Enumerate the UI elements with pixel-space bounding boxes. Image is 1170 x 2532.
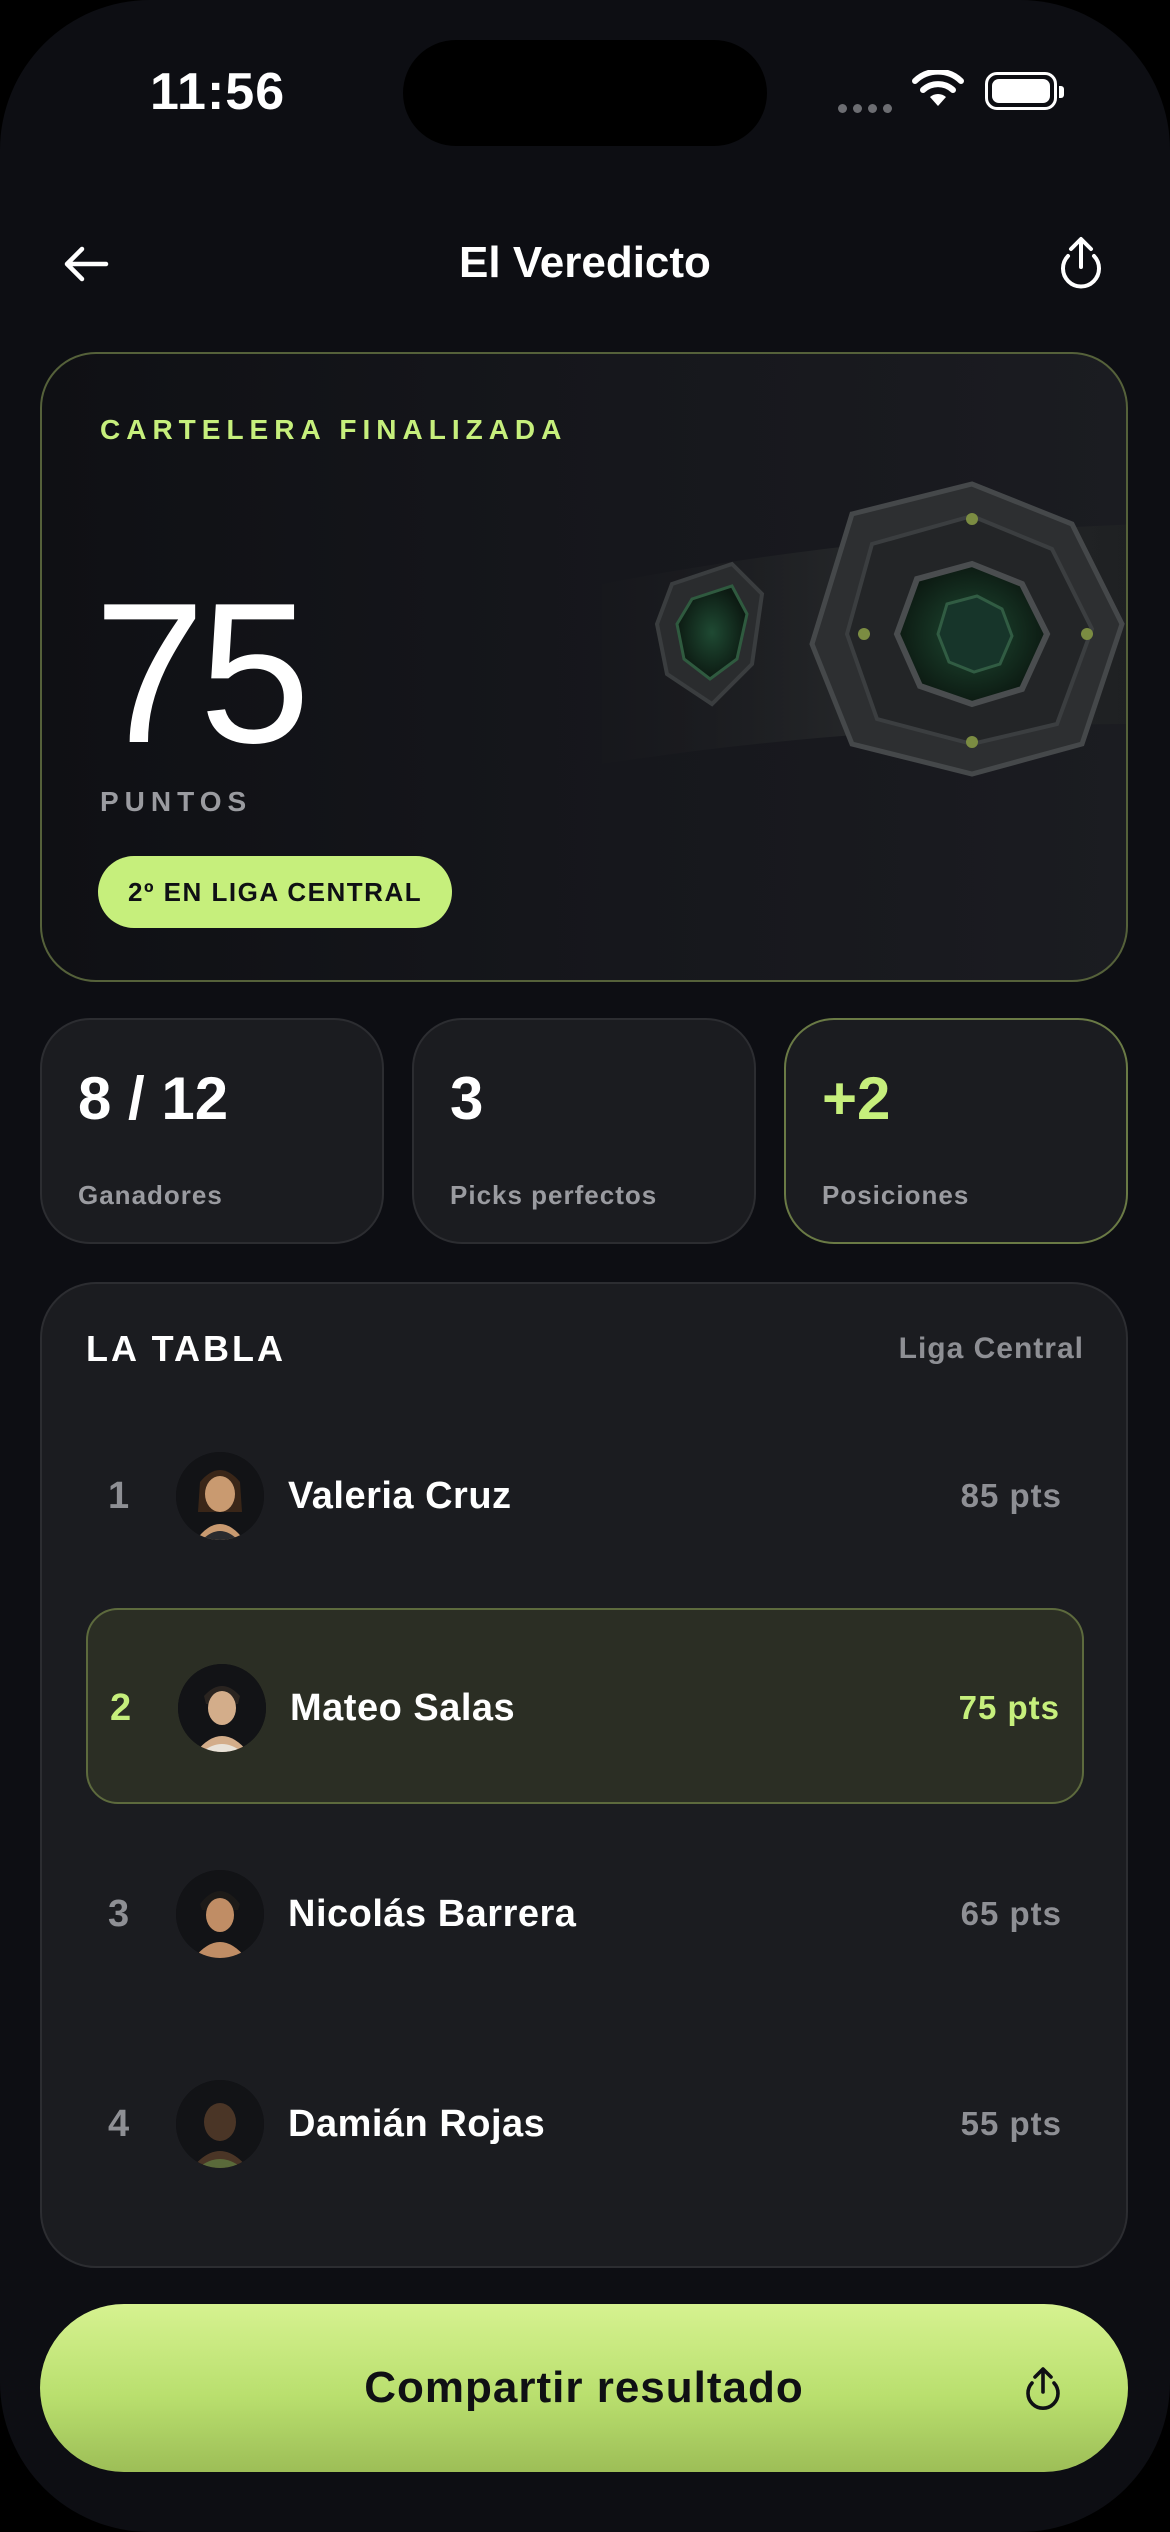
signal-icon bbox=[838, 100, 898, 118]
standings-row[interactable]: 3 Nicolás Barrera 65 pts bbox=[86, 1816, 1084, 2012]
standings-row[interactable]: 4 Damián Rojas 55 pts bbox=[86, 2026, 1084, 2222]
row-name: Valeria Cruz bbox=[288, 1475, 512, 1517]
stat-label: Picks perfectos bbox=[450, 1180, 658, 1210]
standings-card: LA TABLA Liga Central 1 Valeria Cruz 85 … bbox=[40, 1282, 1128, 2268]
standings-row[interactable]: 1 Valeria Cruz 85 pts bbox=[86, 1398, 1084, 1594]
stat-value: 3 bbox=[450, 1065, 484, 1132]
card-eyebrow: CARTELERA FINALIZADA bbox=[100, 414, 568, 445]
stat-label: Posiciones bbox=[822, 1180, 970, 1210]
row-points: 65 pts bbox=[960, 1895, 1062, 1932]
standings-league-label[interactable]: Liga Central bbox=[899, 1332, 1084, 1366]
row-name: Nicolás Barrera bbox=[288, 1893, 577, 1935]
status-time: 11:56 bbox=[150, 63, 286, 121]
row-name: Damián Rojas bbox=[288, 2103, 546, 2145]
avatar bbox=[176, 1870, 264, 1958]
row-points: 55 pts bbox=[960, 2105, 1062, 2142]
score-value: 75 bbox=[94, 562, 310, 785]
row-rank: 3 bbox=[108, 1893, 130, 1935]
row-rank: 2 bbox=[110, 1687, 132, 1729]
wifi-icon bbox=[912, 70, 964, 106]
row-points: 85 pts bbox=[960, 1477, 1062, 1514]
page-title: El Veredicto bbox=[459, 238, 711, 287]
avatar bbox=[178, 1664, 266, 1752]
avatar bbox=[176, 2080, 264, 2168]
stat-value: +2 bbox=[822, 1065, 891, 1132]
standings-title: LA TABLA bbox=[86, 1328, 286, 1369]
row-points: 75 pts bbox=[958, 1689, 1060, 1726]
stat-label: Ganadores bbox=[78, 1180, 223, 1210]
share-icon bbox=[1026, 2367, 1060, 2410]
stat-value: 8 / 12 bbox=[78, 1065, 229, 1132]
share-result-label: Compartir resultado bbox=[364, 2363, 804, 2412]
stats-row: 8 / 12 Ganadores 3 Picks perfectos +2 Po… bbox=[40, 1018, 1128, 1244]
battery-icon bbox=[985, 72, 1064, 110]
row-rank: 1 bbox=[108, 1475, 130, 1517]
share-icon[interactable] bbox=[1052, 232, 1110, 290]
stat-card-winners: 8 / 12 Ganadores bbox=[40, 1018, 384, 1244]
row-rank: 4 bbox=[108, 2103, 130, 2145]
share-result-button[interactable]: Compartir resultado bbox=[40, 2304, 1128, 2472]
stat-card-perfect-picks: 3 Picks perfectos bbox=[412, 1018, 756, 1244]
standings-row-current-user[interactable]: 2 Mateo Salas 75 pts bbox=[86, 1608, 1084, 1804]
league-rank-badge: 2º EN LIGA CENTRAL bbox=[98, 856, 453, 928]
result-card: CARTELERA FINALIZADA 75 PUNTOS 2º EN LIG… bbox=[40, 352, 1128, 982]
phone-screen: 11:56 El Veredicto CARTELERA FINALIZADA bbox=[0, 0, 1170, 2532]
nav-bar: El Veredicto bbox=[0, 220, 1170, 300]
dynamic-island bbox=[403, 40, 767, 146]
score-unit: PUNTOS bbox=[100, 786, 253, 817]
row-name: Mateo Salas bbox=[290, 1687, 516, 1729]
status-bar: 11:56 bbox=[0, 0, 1170, 190]
avatar bbox=[176, 1452, 264, 1540]
championship-belt-image bbox=[602, 481, 1126, 777]
stat-card-positions: +2 Posiciones bbox=[784, 1018, 1128, 1244]
